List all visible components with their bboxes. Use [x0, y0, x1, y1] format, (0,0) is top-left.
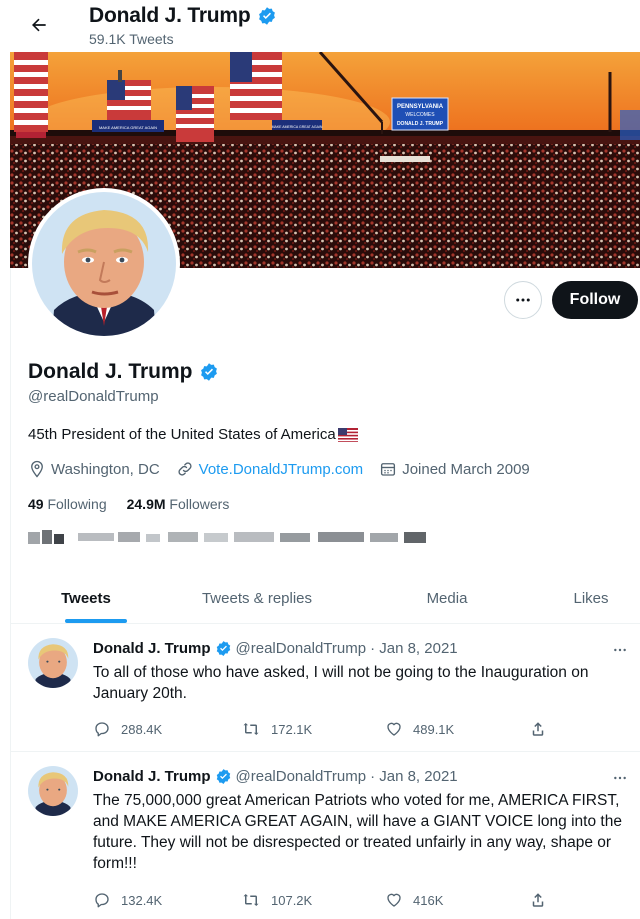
banner-sign-line-3: DONALD J. TRUMP [397, 121, 444, 127]
retweet-count: 172.1K [271, 721, 313, 737]
tab-tweets[interactable]: Tweets [10, 572, 162, 624]
avatar-image [32, 192, 176, 336]
tweet-actions: 132.4K 107.2K 416K [93, 891, 563, 911]
tweet-avatar[interactable] [28, 766, 78, 816]
profile-page: Donald J. Trump 59.1K Tweets PENNSYLVANI… [0, 0, 640, 919]
tweet-more-button[interactable] [606, 768, 634, 788]
like-count: 416K [413, 892, 444, 908]
retweet-count: 107.2K [271, 892, 313, 908]
banner-sign-line-2: WELCOMES [405, 112, 435, 118]
tweet-text: The 75,000,000 great American Patriots w… [93, 792, 622, 872]
verified-badge-icon [200, 363, 217, 381]
banner-sign-line-1: PENNSYLVANIA [397, 104, 444, 110]
profile-stats: 49 Following 24.9M Followers [28, 496, 229, 512]
profile-tabs: Tweets Tweets & replies Media Likes [10, 572, 640, 624]
share-button[interactable] [529, 720, 547, 738]
heart-icon [387, 893, 401, 907]
joined-item: Joined March 2009 [379, 460, 530, 478]
tab-likes[interactable]: Likes [542, 572, 640, 624]
blurred-followers-you-know [28, 528, 438, 548]
tweet-author-handle[interactable]: @realDonaldTrump [236, 768, 367, 785]
website-item: Vote.DonaldJTrump.com [176, 460, 364, 478]
verified-badge-icon [216, 641, 230, 656]
more-horizontal-icon [516, 298, 530, 302]
profile-bio: 45th President of the United States of A… [28, 426, 358, 443]
share-icon [532, 722, 544, 736]
tweet-header: Donald J. Trump @realDonaldTrump · Jan 8… [93, 640, 458, 657]
profile-name-text: Donald J. Trump [28, 360, 193, 383]
tweet-author-name[interactable]: Donald J. Trump [93, 768, 211, 785]
more-horizontal-icon [614, 776, 626, 780]
tweet-actions: 288.4K 172.1K 489.1K [93, 720, 563, 740]
tweet-header: Donald J. Trump @realDonaldTrump · Jan 8… [93, 768, 458, 785]
share-button[interactable] [529, 891, 547, 909]
tweet-date[interactable]: · Jan 8, 2021 [370, 640, 458, 657]
following-count: 49 [28, 496, 44, 512]
verified-badge-icon [216, 769, 230, 784]
flag-us-icon [337, 427, 358, 442]
banner-sign-maga-2: MAKE AMERICA GREAT AGAIN [272, 125, 323, 129]
verified-badge-icon [258, 7, 275, 25]
following-label: Following [47, 496, 107, 512]
reply-icon [95, 722, 109, 737]
tweet-avatar[interactable] [28, 638, 78, 688]
profile-handle: @realDonaldTrump [28, 388, 159, 405]
header-name: Donald J. Trump [89, 4, 251, 27]
website-link[interactable]: Vote.DonaldJTrump.com [199, 461, 364, 478]
location-pin-icon [31, 460, 43, 478]
like-button[interactable]: 489.1K [385, 720, 454, 738]
profile-name: Donald J. Trump [28, 360, 219, 384]
reply-count: 288.4K [121, 721, 163, 737]
location-item: Washington, DC [28, 460, 160, 478]
followers-count: 24.9M [126, 496, 166, 512]
tweet-text: To all of those who have asked, I will n… [93, 664, 589, 702]
header-title: Donald J. Trump [89, 4, 277, 28]
tweet[interactable]: Donald J. Trump @realDonaldTrump · Jan 8… [10, 624, 640, 752]
tweet-author-name[interactable]: Donald J. Trump [93, 640, 211, 657]
like-button[interactable]: 416K [385, 891, 443, 909]
tweet-date[interactable]: · Jan 8, 2021 [370, 768, 458, 785]
followers-link[interactable]: 24.9M Followers [127, 496, 230, 512]
tweet-more-button[interactable] [606, 640, 634, 660]
back-arrow-icon [32, 18, 46, 32]
reply-button[interactable]: 288.4K [93, 720, 162, 738]
tweet-count: 59.1K Tweets [89, 31, 174, 47]
reply-icon [95, 893, 109, 908]
banner-sign-maga: MAKE AMERICA GREAT AGAIN [99, 125, 157, 130]
tweet[interactable]: Donald J. Trump @realDonaldTrump · Jan 8… [10, 752, 640, 919]
tab-tweets-replies[interactable]: Tweets & replies [162, 572, 352, 624]
location-text: Washington, DC [51, 460, 160, 478]
share-icon [532, 893, 544, 907]
retweet-icon [243, 894, 259, 906]
profile-avatar[interactable] [28, 188, 180, 340]
active-tab-indicator [65, 619, 127, 623]
top-bar: Donald J. Trump 59.1K Tweets [0, 0, 640, 52]
bio-text: 45th President of the United States of A… [28, 426, 336, 443]
retweet-button[interactable]: 107.2K [241, 891, 312, 909]
link-icon [178, 462, 192, 476]
profile-meta: Washington, DC Vote.DonaldJTrump.com Joi… [28, 460, 546, 478]
reply-button[interactable]: 132.4K [93, 891, 162, 909]
following-link[interactable]: 49 Following [28, 496, 107, 512]
back-button[interactable] [24, 10, 54, 40]
retweet-button[interactable]: 172.1K [241, 720, 312, 738]
like-count: 489.1K [413, 721, 455, 737]
retweet-icon [243, 723, 259, 735]
heart-icon [387, 722, 401, 736]
tab-media[interactable]: Media [352, 572, 542, 624]
joined-text: Joined March 2009 [402, 460, 530, 478]
tweet-author-handle[interactable]: @realDonaldTrump [236, 640, 367, 657]
follow-button[interactable]: Follow [552, 281, 638, 319]
more-horizontal-icon [614, 648, 626, 652]
more-options-button[interactable] [504, 281, 542, 319]
calendar-icon [381, 463, 396, 476]
followers-label: Followers [169, 496, 230, 512]
reply-count: 132.4K [121, 892, 163, 908]
